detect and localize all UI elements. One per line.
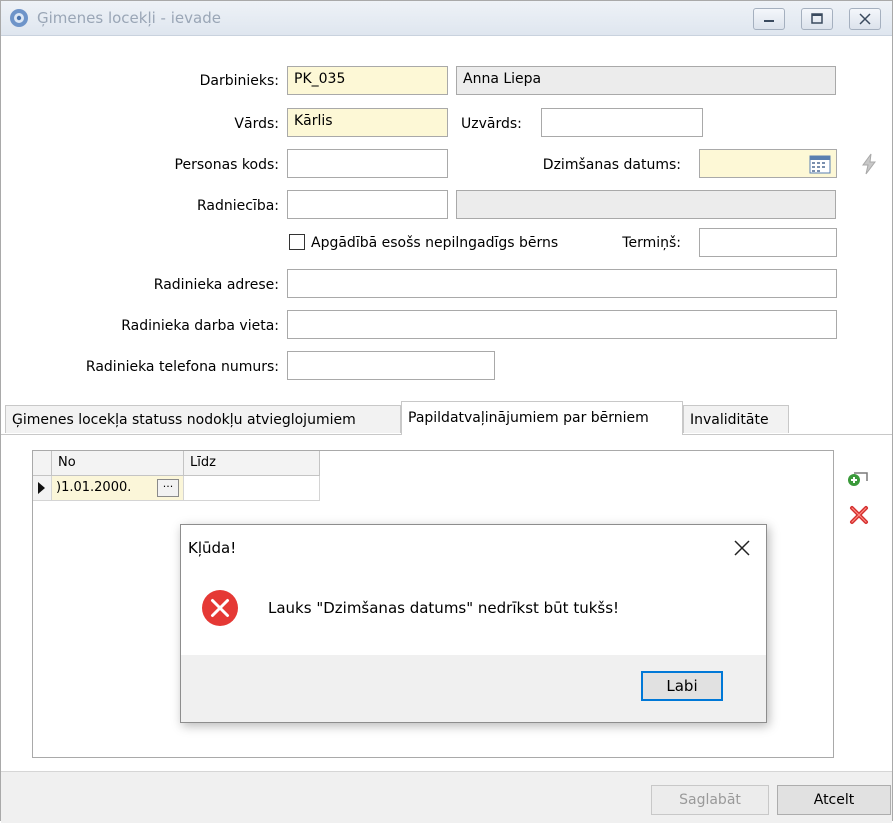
tab-papildatvalinajumi[interactable]: Papildatvaļinājumiem par bērniem bbox=[401, 401, 683, 435]
darba-vieta-label: Radinieka darba vieta: bbox=[121, 318, 279, 334]
termins-label: Termiņš: bbox=[622, 235, 681, 251]
maximize-button[interactable] bbox=[801, 8, 833, 30]
ellipsis-button[interactable]: ··· bbox=[157, 479, 179, 497]
vards-label: Vārds: bbox=[234, 116, 279, 132]
maximize-icon bbox=[811, 13, 823, 24]
minimize-icon bbox=[764, 20, 774, 22]
uzvards-input[interactable] bbox=[541, 108, 703, 137]
add-row-icon[interactable] bbox=[845, 467, 871, 489]
tab-invaliditate[interactable]: Invaliditāte bbox=[683, 405, 789, 433]
radnieciba-label: Radniecība: bbox=[196, 198, 279, 214]
telefons-input[interactable] bbox=[287, 351, 495, 380]
save-button[interactable]: Saglabāt bbox=[651, 785, 769, 815]
delete-row-icon[interactable] bbox=[849, 505, 869, 525]
footer-bar: Saglabāt Atcelt bbox=[1, 771, 892, 823]
tab-strip: Ģimenes locekļa statuss nodokļu atvieglo… bbox=[1, 401, 892, 435]
main-window: Ģimenes locekļi - ievade Darbinieks: PK_… bbox=[0, 0, 893, 823]
personas-kods-label: Personas kods: bbox=[174, 157, 279, 173]
termins-input[interactable] bbox=[699, 228, 837, 257]
apgadiba-label: Apgādībā esošs nepilngadīgs bērns bbox=[311, 235, 559, 251]
ok-button[interactable]: Labi bbox=[641, 671, 723, 701]
darbinieks-code-input[interactable]: PK_035 bbox=[287, 66, 448, 95]
tab-nodoklu-atvieglojumi[interactable]: Ģimenes locekļa statuss nodokļu atvieglo… bbox=[5, 405, 401, 433]
darbinieks-label: Darbinieks: bbox=[199, 73, 279, 89]
close-icon[interactable] bbox=[731, 537, 753, 559]
minimize-button[interactable] bbox=[753, 8, 785, 30]
close-button[interactable] bbox=[849, 8, 881, 30]
radnieciba-code-input[interactable] bbox=[287, 190, 448, 219]
row-indicator bbox=[33, 476, 52, 501]
calendar-icon[interactable] bbox=[809, 154, 831, 174]
lightning-icon[interactable] bbox=[859, 153, 879, 175]
cancel-button[interactable]: Atcelt bbox=[777, 785, 891, 815]
cell-lidz[interactable] bbox=[184, 476, 320, 501]
window-title: Ģimenes locekļi - ievade bbox=[37, 9, 221, 27]
radnieciba-name-field bbox=[456, 190, 836, 219]
cell-no-value: )1.01.2000. bbox=[56, 480, 132, 495]
uzvards-label: Uzvārds: bbox=[461, 116, 522, 132]
personas-kods-input[interactable] bbox=[287, 149, 448, 178]
dzimsanas-datums-label: Dzimšanas datums: bbox=[542, 157, 681, 173]
title-bar: Ģimenes locekļi - ievade bbox=[1, 1, 892, 36]
dialog-title: Kļūda! bbox=[188, 539, 237, 557]
column-header-no[interactable]: No bbox=[52, 451, 184, 476]
darbinieks-name-field: Anna Liepa bbox=[456, 66, 836, 95]
close-icon bbox=[859, 13, 871, 25]
error-dialog: Kļūda! Lauks "Dzimšanas datums" nedrīkst… bbox=[180, 524, 767, 723]
telefons-label: Radinieka telefona numurs: bbox=[85, 359, 279, 375]
app-icon bbox=[9, 8, 29, 28]
dialog-footer: Labi bbox=[181, 655, 766, 722]
adrese-label: Radinieka adrese: bbox=[153, 277, 279, 293]
error-icon bbox=[200, 588, 240, 628]
apgadiba-checkbox[interactable] bbox=[289, 234, 305, 250]
darba-vieta-input[interactable] bbox=[287, 310, 837, 339]
column-header-lidz[interactable]: Līdz bbox=[184, 451, 320, 476]
grid-corner bbox=[33, 451, 52, 476]
vards-input[interactable]: Kārlis bbox=[287, 108, 448, 137]
row-pointer-icon bbox=[38, 482, 45, 494]
adrese-input[interactable] bbox=[287, 269, 837, 298]
dialog-message: Lauks "Dzimšanas datums" nedrīkst būt tu… bbox=[268, 599, 620, 617]
